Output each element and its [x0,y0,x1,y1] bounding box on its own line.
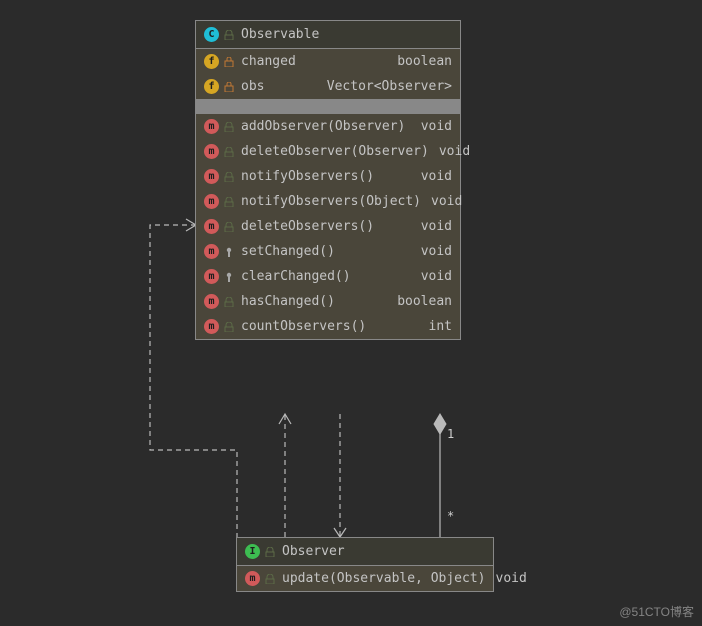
method-name: notifyObservers() [241,169,411,184]
method-icon: m [204,169,219,184]
private-vis-icon [223,55,235,69]
method-row[interactable]: m hasChanged() boolean [196,289,460,314]
method-name: hasChanged() [241,294,387,309]
field-row[interactable]: f obs Vector<Observer> [196,74,460,99]
method-icon: m [204,294,219,309]
composition-diamond-icon [434,414,446,434]
return-type: boolean [397,294,452,309]
method-row[interactable]: m addObserver(Observer) void [196,114,460,139]
field-name: changed [241,54,387,69]
method-name: setChanged() [241,244,411,259]
field-row[interactable]: f changed boolean [196,49,460,74]
method-icon: m [204,319,219,334]
class-name: Observable [241,27,452,42]
public-vis-icon [264,545,276,559]
return-type: int [429,319,452,334]
methods-section: m addObserver(Observer) void m deleteObs… [196,114,460,339]
fields-section: f changed boolean f obs Vector<Observer> [196,49,460,100]
method-name: clearChanged() [241,269,411,284]
private-vis-icon [223,80,235,94]
class-header[interactable]: I Observer [237,538,493,566]
method-name: countObservers() [241,319,419,334]
method-name: deleteObservers() [241,219,411,234]
open-arrow-icon [279,414,291,424]
return-type: void [439,144,470,159]
field-type: boolean [397,54,452,69]
method-icon: m [245,571,260,586]
method-icon: m [204,219,219,234]
return-type: void [421,269,452,284]
return-type: void [431,194,462,209]
method-icon: m [204,194,219,209]
method-name: update(Observable, Object) [282,571,486,586]
class-header[interactable]: C Observable [196,21,460,49]
public-vis-icon [223,170,235,184]
section-separator [196,100,460,114]
return-type: void [496,571,527,586]
class-icon: C [204,27,219,42]
method-icon: m [204,119,219,134]
interface-icon: I [245,544,260,559]
public-vis-icon [264,572,276,586]
interface-observer[interactable]: I Observer m update(Observable, Object) … [236,537,494,592]
method-row[interactable]: m clearChanged() void [196,264,460,289]
field-type: Vector<Observer> [327,79,452,94]
public-vis-icon [223,145,235,159]
method-row[interactable]: m countObservers() int [196,314,460,339]
class-name: Observer [282,544,485,559]
multiplicity-many: * [447,509,454,523]
method-name: addObserver(Observer) [241,119,411,134]
methods-section: m update(Observable, Object) void [237,566,493,591]
method-row[interactable]: m setChanged() void [196,239,460,264]
watermark-text: @51CTO博客 [619,603,694,620]
public-vis-icon [223,295,235,309]
method-icon: m [204,244,219,259]
method-row[interactable]: m notifyObservers() void [196,164,460,189]
method-icon: m [204,144,219,159]
open-arrow-icon [334,528,346,537]
protected-vis-icon [223,245,235,259]
return-type: void [421,169,452,184]
return-type: void [421,119,452,134]
protected-vis-icon [223,270,235,284]
class-observable[interactable]: C Observable f changed boolean f obs Vec… [195,20,461,340]
return-type: void [421,219,452,234]
field-name: obs [241,79,317,94]
method-row[interactable]: m deleteObserver(Observer) void [196,139,460,164]
method-row[interactable]: m deleteObservers() void [196,214,460,239]
public-vis-icon [223,28,235,42]
field-icon: f [204,54,219,69]
method-name: notifyObservers(Object) [241,194,421,209]
return-type: void [421,244,452,259]
method-icon: m [204,269,219,284]
field-icon: f [204,79,219,94]
public-vis-icon [223,320,235,334]
multiplicity-one: 1 [447,427,454,441]
method-row[interactable]: m notifyObservers(Object) void [196,189,460,214]
method-row[interactable]: m update(Observable, Object) void [237,566,493,591]
public-vis-icon [223,195,235,209]
public-vis-icon [223,120,235,134]
public-vis-icon [223,220,235,234]
method-name: deleteObserver(Observer) [241,144,429,159]
